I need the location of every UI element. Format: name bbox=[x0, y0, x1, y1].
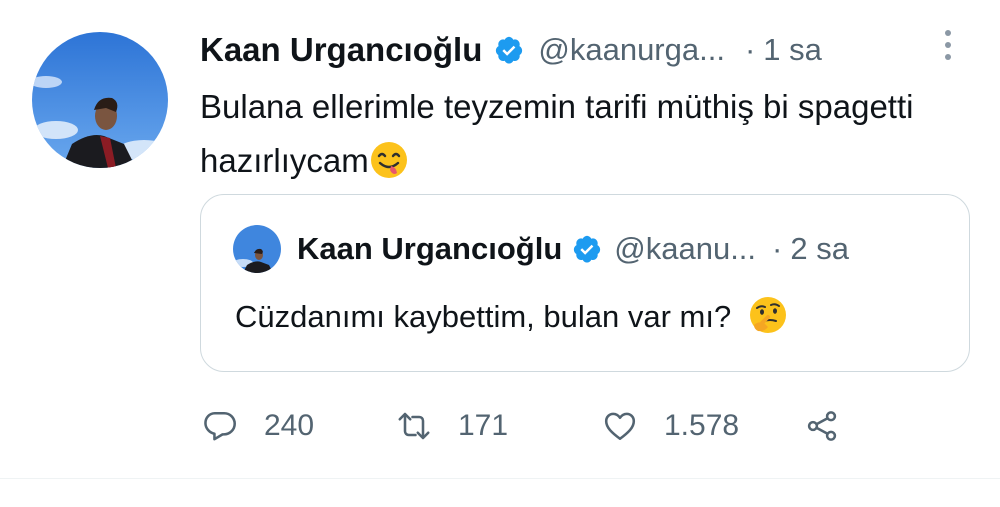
separator-dot: · bbox=[744, 32, 756, 67]
author-name[interactable]: Kaan Urgancıoğlu bbox=[200, 31, 482, 69]
tweet-header: Kaan Urgancıoğlu @kaanurga... · 1 sa bbox=[200, 22, 822, 78]
reply-button[interactable]: 240 bbox=[202, 400, 314, 452]
quoted-text: Cüzdanımı kaybettim, bulan var mı? bbox=[235, 295, 788, 335]
verified-badge-icon bbox=[494, 35, 524, 65]
reply-icon bbox=[204, 411, 236, 441]
reply-count: 240 bbox=[264, 409, 315, 442]
avatar[interactable] bbox=[32, 32, 168, 168]
retweet-icon bbox=[398, 412, 430, 440]
tweet-text-content: Bulana ellerimle teyzemin tarifi müthiş … bbox=[200, 88, 914, 179]
quoted-timestamp: 2 sa bbox=[790, 231, 849, 266]
like-icon bbox=[604, 412, 636, 441]
thinking-face-emoji bbox=[748, 295, 788, 335]
share-icon bbox=[807, 411, 837, 441]
share-button[interactable] bbox=[804, 400, 840, 452]
quoted-header: Kaan Urgancıoğlu @kaanu... · 2 sa bbox=[297, 223, 849, 275]
quoted-tweet[interactable]: Kaan Urgancıoğlu @kaanu... · 2 sa Cüzdan… bbox=[200, 194, 970, 372]
retweet-button[interactable]: 171 bbox=[396, 400, 508, 452]
face-savoring-food-emoji bbox=[369, 140, 409, 180]
like-count: 1.578 bbox=[664, 409, 740, 442]
more-options-icon[interactable] bbox=[936, 30, 960, 70]
timestamp[interactable]: 1 sa bbox=[763, 32, 822, 68]
tweet[interactable]: Kaan Urgancıoğlu @kaanurga... · 1 sa Bul… bbox=[0, 0, 1000, 507]
retweet-count: 171 bbox=[458, 409, 509, 442]
author-handle[interactable]: @kaanurga... bbox=[538, 32, 725, 68]
tweet-text: Bulana ellerimle teyzemin tarifi müthiş … bbox=[200, 80, 960, 188]
verified-badge-icon bbox=[572, 234, 602, 264]
quoted-text-content: Cüzdanımı kaybettim, bulan var mı? bbox=[235, 299, 732, 334]
separator-dot: · bbox=[772, 231, 783, 266]
like-button[interactable]: 1.578 bbox=[602, 400, 739, 452]
divider bbox=[0, 478, 1000, 479]
quoted-avatar bbox=[233, 225, 281, 273]
quoted-author-handle: @kaanu... bbox=[614, 231, 757, 266]
action-bar: 240 171 1.578 bbox=[200, 400, 860, 452]
quoted-author-name: Kaan Urgancıoğlu bbox=[297, 231, 563, 266]
